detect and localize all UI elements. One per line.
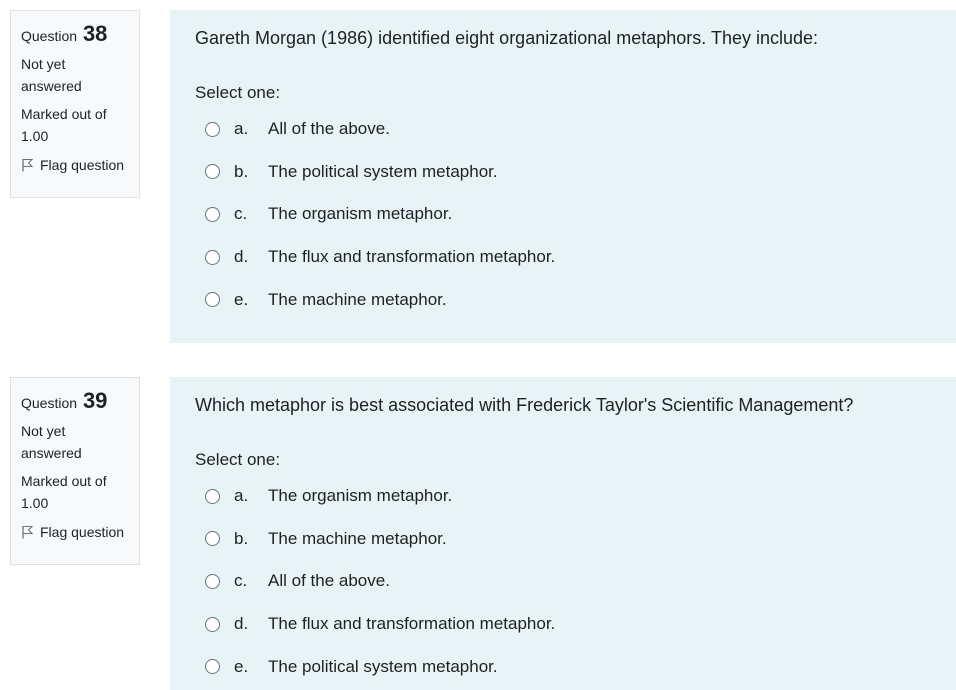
marked-value: 1.00 — [21, 495, 49, 511]
answer-option-d[interactable]: d. The flux and transformation metaphor. — [195, 603, 931, 646]
radio-button-icon[interactable] — [205, 164, 220, 180]
question-label: Question — [21, 395, 78, 411]
answer-option-e[interactable]: e. The machine metaphor. — [195, 278, 931, 321]
question-text: Gareth Morgan (1986) identified eight or… — [195, 28, 819, 48]
option-letter: c. — [234, 571, 248, 591]
question-grade: Marked out of 1.00 — [21, 103, 129, 147]
option-text: The political system metaphor. — [268, 656, 498, 676]
question-label: Question — [21, 28, 78, 44]
option-letter: c. — [234, 204, 248, 224]
answer-option-c[interactable]: c. All of the above. — [195, 560, 931, 603]
flag-question-button[interactable]: Flag question — [21, 524, 129, 540]
option-letter: e. — [234, 656, 249, 676]
select-one-prompt: Select one: — [195, 450, 281, 469]
radio-button-icon[interactable] — [205, 121, 220, 137]
option-text: The organism metaphor. — [268, 486, 453, 506]
option-text: The machine metaphor. — [268, 289, 447, 309]
radio-button-icon[interactable] — [205, 616, 220, 632]
option-letter: d. — [234, 614, 249, 634]
question-content-39: Which metaphor is best associated with F… — [170, 377, 956, 690]
answer-option-a[interactable]: a. All of the above. — [195, 108, 931, 151]
flag-question-label: Flag question — [40, 524, 125, 540]
option-letter: e. — [234, 289, 249, 309]
question-grade: Marked out of 1.00 — [21, 470, 129, 514]
marked-value: 1.00 — [21, 128, 49, 144]
select-one-prompt: Select one: — [195, 83, 281, 102]
option-text: All of the above. — [268, 119, 390, 139]
answer-option-b[interactable]: b. The machine metaphor. — [195, 518, 931, 561]
radio-button-icon[interactable] — [205, 206, 220, 222]
question-info-39: Question 39 Not yet answered Marked out … — [10, 377, 140, 565]
radio-button-icon[interactable] — [205, 292, 220, 308]
option-text: The machine metaphor. — [268, 528, 447, 548]
marked-label: Marked out of — [21, 473, 107, 489]
question-number-value: 39 — [82, 388, 108, 413]
question-number: Question 38 — [21, 21, 129, 47]
flag-question-button[interactable]: Flag question — [21, 157, 129, 173]
answer-option-c[interactable]: c. The organism metaphor. — [195, 193, 931, 236]
flag-icon — [21, 158, 34, 172]
option-letter: d. — [234, 247, 249, 267]
option-letter: a. — [234, 486, 249, 506]
radio-button-icon[interactable] — [205, 488, 220, 504]
answer-list: a. The organism metaphor. b. The machine… — [195, 475, 931, 688]
question-info-38: Question 38 Not yet answered Marked out … — [10, 10, 140, 198]
radio-button-icon[interactable] — [205, 573, 220, 589]
option-letter: a. — [234, 119, 249, 139]
flag-question-label: Flag question — [40, 157, 125, 173]
option-text: The flux and transformation metaphor. — [268, 247, 556, 267]
option-letter: b. — [234, 528, 249, 548]
radio-button-icon[interactable] — [205, 659, 220, 675]
answer-list: a. All of the above. b. The political sy… — [195, 108, 931, 321]
question-state: Not yet answered — [21, 423, 82, 461]
answer-option-b[interactable]: b. The political system metaphor. — [195, 151, 931, 194]
radio-button-icon[interactable] — [205, 249, 220, 265]
question-number: Question 39 — [21, 388, 129, 414]
option-text: All of the above. — [268, 571, 390, 591]
option-text: The organism metaphor. — [268, 204, 453, 224]
option-text: The political system metaphor. — [268, 161, 498, 181]
option-text: The flux and transformation metaphor. — [268, 614, 556, 634]
question-state: Not yet answered — [21, 56, 82, 94]
flag-icon — [21, 525, 34, 539]
question-content-38: Gareth Morgan (1986) identified eight or… — [170, 10, 956, 343]
question-number-value: 38 — [82, 21, 108, 46]
answer-option-a[interactable]: a. The organism metaphor. — [195, 475, 931, 518]
answer-option-e[interactable]: e. The political system metaphor. — [195, 645, 931, 688]
answer-option-d[interactable]: d. The flux and transformation metaphor. — [195, 236, 931, 279]
radio-button-icon[interactable] — [205, 531, 220, 547]
question-text: Which metaphor is best associated with F… — [195, 395, 854, 415]
option-letter: b. — [234, 161, 249, 181]
marked-label: Marked out of — [21, 106, 107, 122]
